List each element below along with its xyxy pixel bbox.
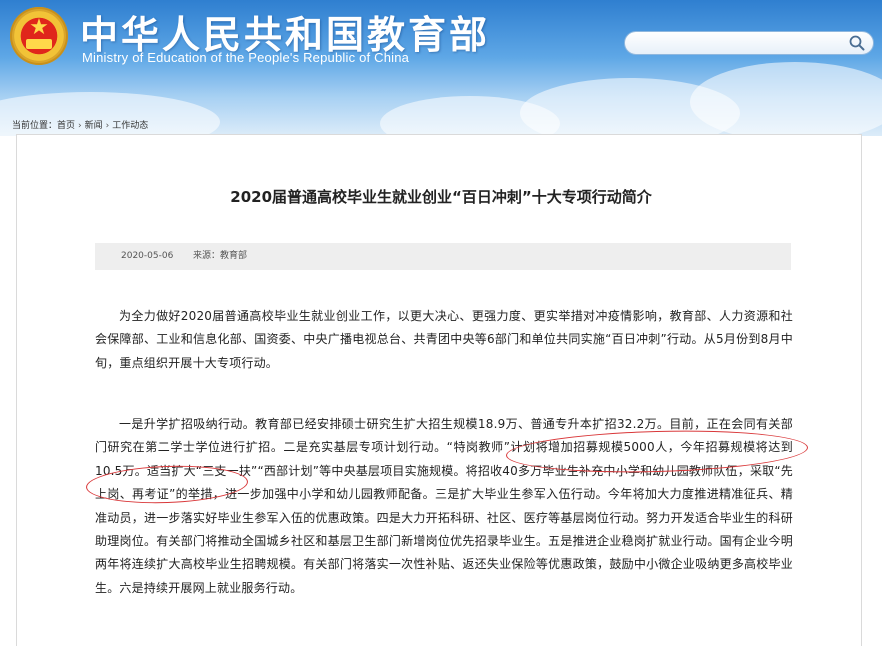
national-emblem-icon[interactable]: ★	[10, 7, 68, 65]
breadcrumb-item-news[interactable]: 新闻	[85, 121, 103, 131]
header-cloud	[690, 62, 882, 136]
search-input[interactable]	[635, 34, 844, 52]
breadcrumb-item-work-news[interactable]: 工作动态	[112, 121, 148, 131]
article-title: 2020届普通高校毕业生就业创业“百日冲刺”十大专项行动简介	[230, 188, 652, 206]
breadcrumb-item-home[interactable]: 首页	[57, 121, 75, 131]
article-paragraph: 为全力做好2020届普通高校毕业生就业创业工作，以更大决心、更强力度、更实举措对…	[95, 309, 793, 370]
article-source: 来源：教育部	[193, 251, 248, 261]
article-meta-bar: 2020-05-06 来源：教育部	[95, 243, 791, 270]
breadcrumb-separator: ›	[105, 121, 110, 131]
breadcrumb: 当前位置：首页 › 新闻 › 工作动态	[12, 118, 148, 131]
search-icon[interactable]	[848, 34, 866, 52]
breadcrumb-prefix: 当前位置：	[12, 121, 58, 131]
site-subtitle: Ministry of Education of the People's Re…	[82, 50, 410, 65]
site-header: ★ 中华人民共和国教育部 Ministry of Education of th…	[0, 0, 882, 136]
breadcrumb-separator: ›	[78, 121, 82, 131]
article-date: 2020-05-06	[121, 251, 174, 261]
search-box	[624, 31, 874, 55]
article-paragraph: 一是升学扩招吸纳行动。教育部已经安排硕士研究生扩大招生规模18.9万、普通专升本…	[95, 417, 793, 595]
